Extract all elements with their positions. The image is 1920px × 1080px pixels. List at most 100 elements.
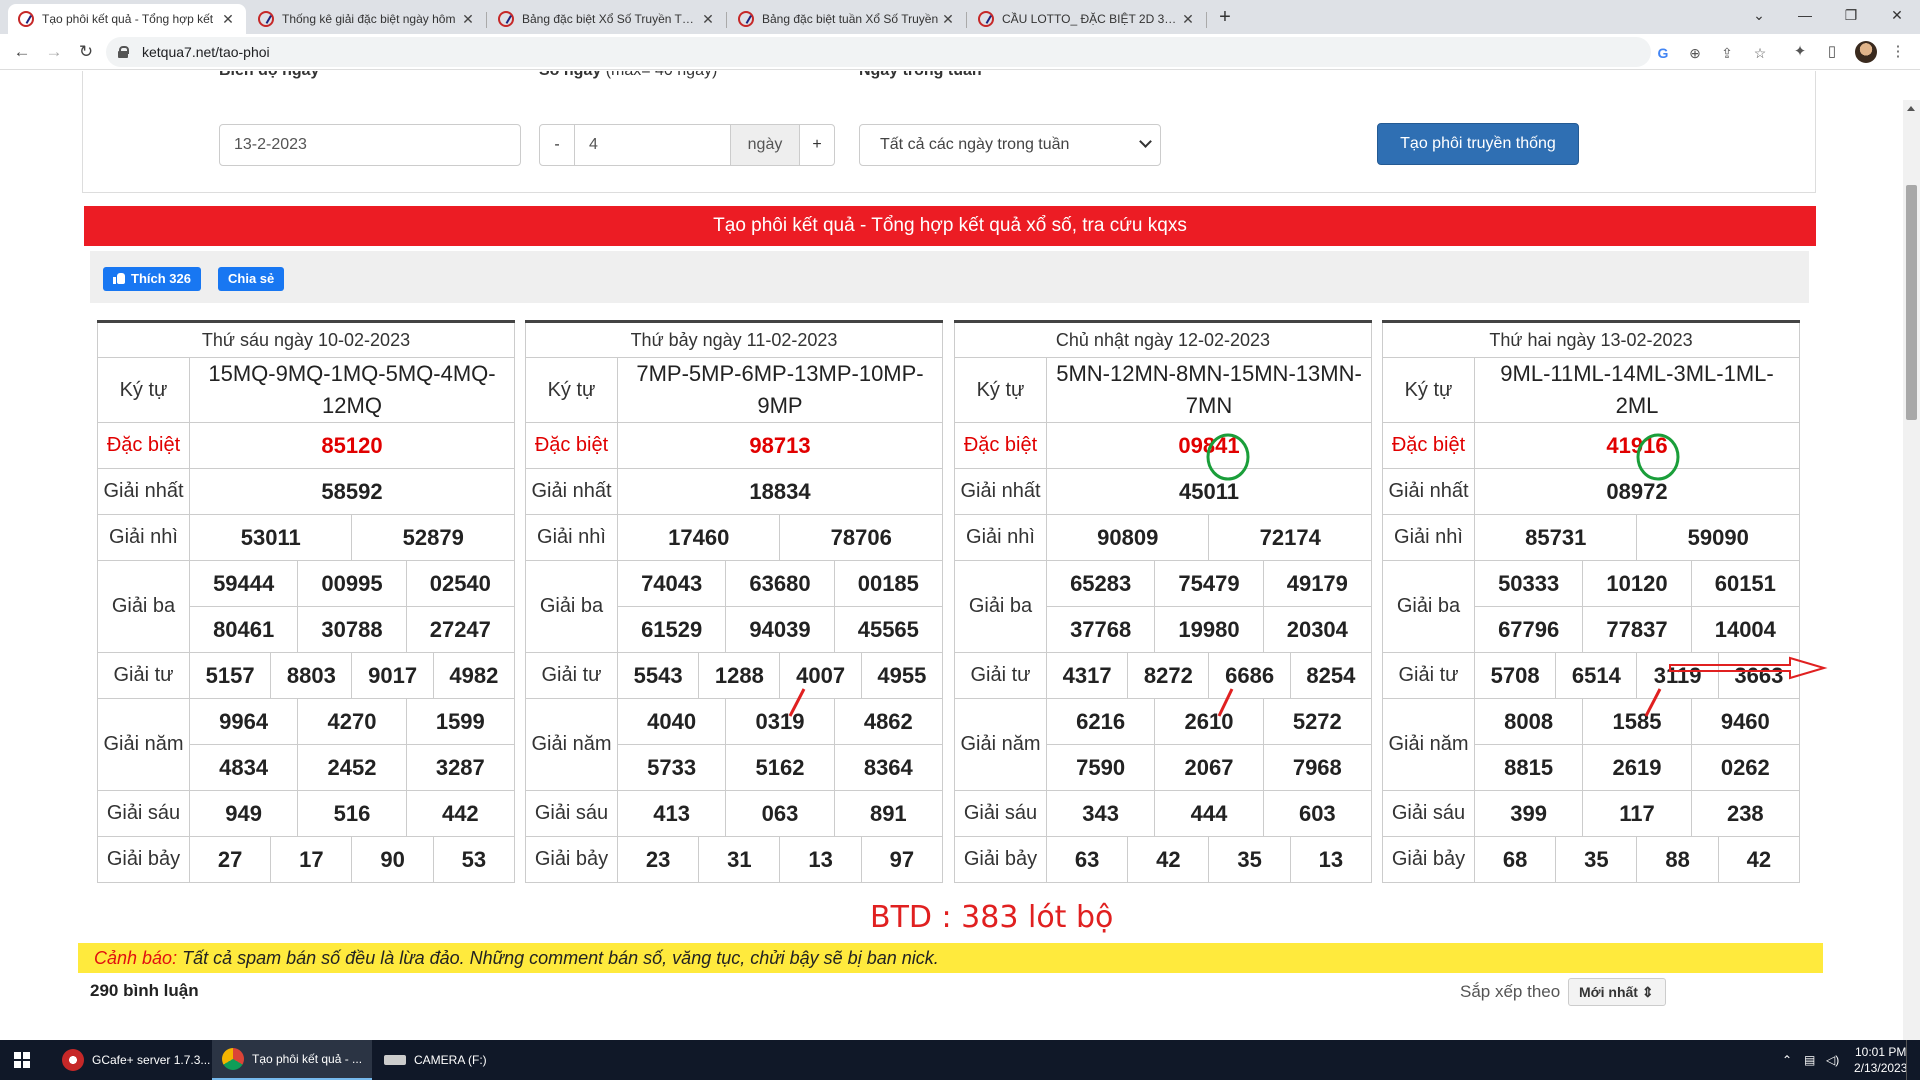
prize-cell: 31 (698, 836, 781, 883)
profile-avatar[interactable] (1855, 41, 1877, 63)
browser-tab-1[interactable]: Tạo phôi kết quả - Tổng hợp kết ✕ (8, 4, 246, 34)
row-label-second: Giải nhì (525, 514, 618, 561)
minimize-icon[interactable]: — (1782, 0, 1828, 30)
google-icon[interactable]: G (1654, 44, 1672, 62)
taskbar-clock[interactable]: 10:01 PM 2/13/2023 (1854, 1044, 1907, 1076)
filter-form: Biên độ ngày 13-2-2023 Số ngày (max= 40 … (82, 71, 1816, 193)
scrollbar-thumb[interactable] (1906, 185, 1917, 420)
prize-cell: 8272 (1127, 652, 1210, 699)
taskbar-item-gcafe[interactable]: GCafe+ server 1.7.3... (52, 1040, 212, 1080)
browser-tab-4[interactable]: Bảng đặc biệt tuần Xổ Số Truyền ✕ (728, 4, 967, 34)
prize-cell: 238 (1690, 790, 1801, 837)
volume-icon[interactable]: ◁) (1826, 1040, 1839, 1080)
prize-cell: 13 (1289, 836, 1373, 883)
sort-select[interactable]: Mới nhất ⇕ (1568, 978, 1666, 1006)
facebook-share-button[interactable]: Chia sẻ (218, 267, 285, 291)
prize-cell: 97 (860, 836, 944, 883)
window-close-icon[interactable]: ✕ (1874, 0, 1920, 30)
zoom-icon[interactable]: ⊕ (1686, 44, 1704, 62)
prize-cell: 42 (1127, 836, 1210, 883)
row-label-fifth: Giải năm (1382, 698, 1475, 791)
prize-cell: 6514 (1555, 652, 1638, 699)
show-desktop-button[interactable] (1906, 1040, 1920, 1080)
table-date-header: Thứ bảy ngày 11-02-2023 (525, 321, 943, 358)
bookmark-star-icon[interactable]: ☆ (1751, 44, 1769, 62)
row-label-sixth: Giải sáu (525, 790, 618, 837)
tab-title: Tạo phôi kết quả - Tổng hợp kết (42, 12, 214, 26)
tab-close-icon[interactable]: ✕ (220, 11, 236, 28)
date-range-label: Biên độ ngày (219, 71, 319, 85)
special-prize-value: 09841 (1046, 422, 1372, 469)
prize-cell: 35 (1555, 836, 1638, 883)
tab-close-icon[interactable]: ✕ (940, 11, 956, 28)
taskbar-item-camera[interactable]: CAMERA (F:) (374, 1040, 530, 1080)
tray-chevron-icon[interactable]: ⌃ (1782, 1040, 1792, 1080)
days-plus-button[interactable]: + (799, 124, 835, 166)
taskbar-item-chrome[interactable]: Tạo phôi kết quả - ... (212, 1040, 372, 1080)
prize-cell: 35 (1208, 836, 1291, 883)
prize-cell: 85731 (1473, 514, 1638, 561)
prize-cell: 90 (351, 836, 434, 883)
tab-title: Thống kê giải đặc biệt ngày hôm (282, 12, 456, 26)
page-scrollbar[interactable] (1903, 100, 1920, 1040)
address-bar[interactable]: ketqua7.net/tao-phoi G ⊕ ⇪ ☆ (106, 37, 1766, 67)
prize-cell: 1288 (698, 652, 781, 699)
prize-cell: 949 (188, 790, 299, 837)
browser-menu-icon[interactable]: ⋮ (1888, 42, 1908, 62)
prize-cell: 3287 (405, 744, 516, 791)
generate-button[interactable]: Tạo phôi truyền thống (1377, 123, 1579, 165)
reload-icon[interactable]: ↻ (74, 40, 98, 64)
forward-arrow-icon[interactable]: → (42, 40, 66, 64)
prize-cell: 8803 (270, 652, 353, 699)
gcafe-icon (62, 1049, 84, 1071)
warning-label: Cảnh báo: (94, 948, 178, 968)
prize-cell: 0319 (725, 698, 835, 745)
row-label-fourth: Giải tư (954, 652, 1047, 699)
tab-close-icon[interactable]: ✕ (460, 11, 476, 28)
browser-tab-2[interactable]: Thống kê giải đặc biệt ngày hôm ✕ (248, 4, 487, 34)
prize-cell: 59444 (188, 560, 299, 607)
prize-cell: 2610 (1154, 698, 1264, 745)
prize-cell: 72174 (1208, 514, 1372, 561)
row-label-kytu: Ký tự (525, 357, 618, 423)
prize-cell: 4862 (833, 698, 944, 745)
scroll-up-icon[interactable] (1907, 106, 1915, 111)
row-label-seventh: Giải bảy (954, 836, 1047, 883)
warning-bar: Cảnh báo: Tất cả spam bán số đều là lừa … (78, 943, 1823, 973)
side-panel-icon[interactable]: ▯ (1822, 42, 1842, 62)
prize-cell: 5543 (616, 652, 700, 699)
prize-cell: 60151 (1690, 560, 1801, 607)
days-minus-button[interactable]: - (539, 124, 575, 166)
thumbs-up-icon (113, 272, 125, 284)
prize-cell: 413 (616, 790, 727, 837)
extensions-puzzle-icon[interactable]: ✦ (1790, 42, 1810, 62)
browser-tab-5[interactable]: CẦU LOTTO_ ĐẶC BIỆT 2D 3D 4D ✕ (968, 4, 1207, 34)
tab-close-icon[interactable]: ✕ (700, 11, 716, 28)
prize-cell: 50333 (1473, 560, 1584, 607)
tab-search-icon[interactable]: ⌄ (1736, 0, 1782, 30)
date-input[interactable]: 13-2-2023 (219, 124, 521, 166)
chevron-down-icon (1139, 135, 1152, 148)
facebook-like-button[interactable]: Thích 326 (103, 267, 201, 291)
page-title-banner: Tạo phôi kết quả - Tổng hợp kết quả xổ s… (84, 206, 1816, 246)
browser-tab-3[interactable]: Bảng đặc biệt Xổ Số Truyền Thốn ✕ (488, 4, 727, 34)
row-label-seventh: Giải bảy (97, 836, 190, 883)
prize-cell: 7968 (1262, 744, 1373, 791)
prize-cell: 8254 (1289, 652, 1373, 699)
first-prize-value: 08972 (1474, 468, 1800, 515)
row-label-sixth: Giải sáu (97, 790, 190, 837)
prize-cell: 61529 (616, 606, 727, 653)
tab-close-icon[interactable]: ✕ (1180, 11, 1196, 28)
prize-cell: 00185 (833, 560, 944, 607)
weekday-select[interactable]: Tất cả các ngày trong tuần (859, 124, 1161, 166)
row-label-special: Đặc biệt (1382, 422, 1475, 469)
windows-start-icon[interactable] (14, 1052, 30, 1068)
prize-cell: 4955 (860, 652, 944, 699)
prize-cell: 59090 (1636, 514, 1800, 561)
share-icon[interactable]: ⇪ (1718, 44, 1736, 62)
new-tab-button[interactable]: + (1212, 5, 1238, 31)
days-input[interactable]: 4 (574, 124, 731, 166)
maximize-icon[interactable]: ❐ (1828, 0, 1874, 30)
network-icon[interactable]: ▤ (1804, 1040, 1815, 1080)
back-arrow-icon[interactable]: ← (10, 40, 34, 64)
